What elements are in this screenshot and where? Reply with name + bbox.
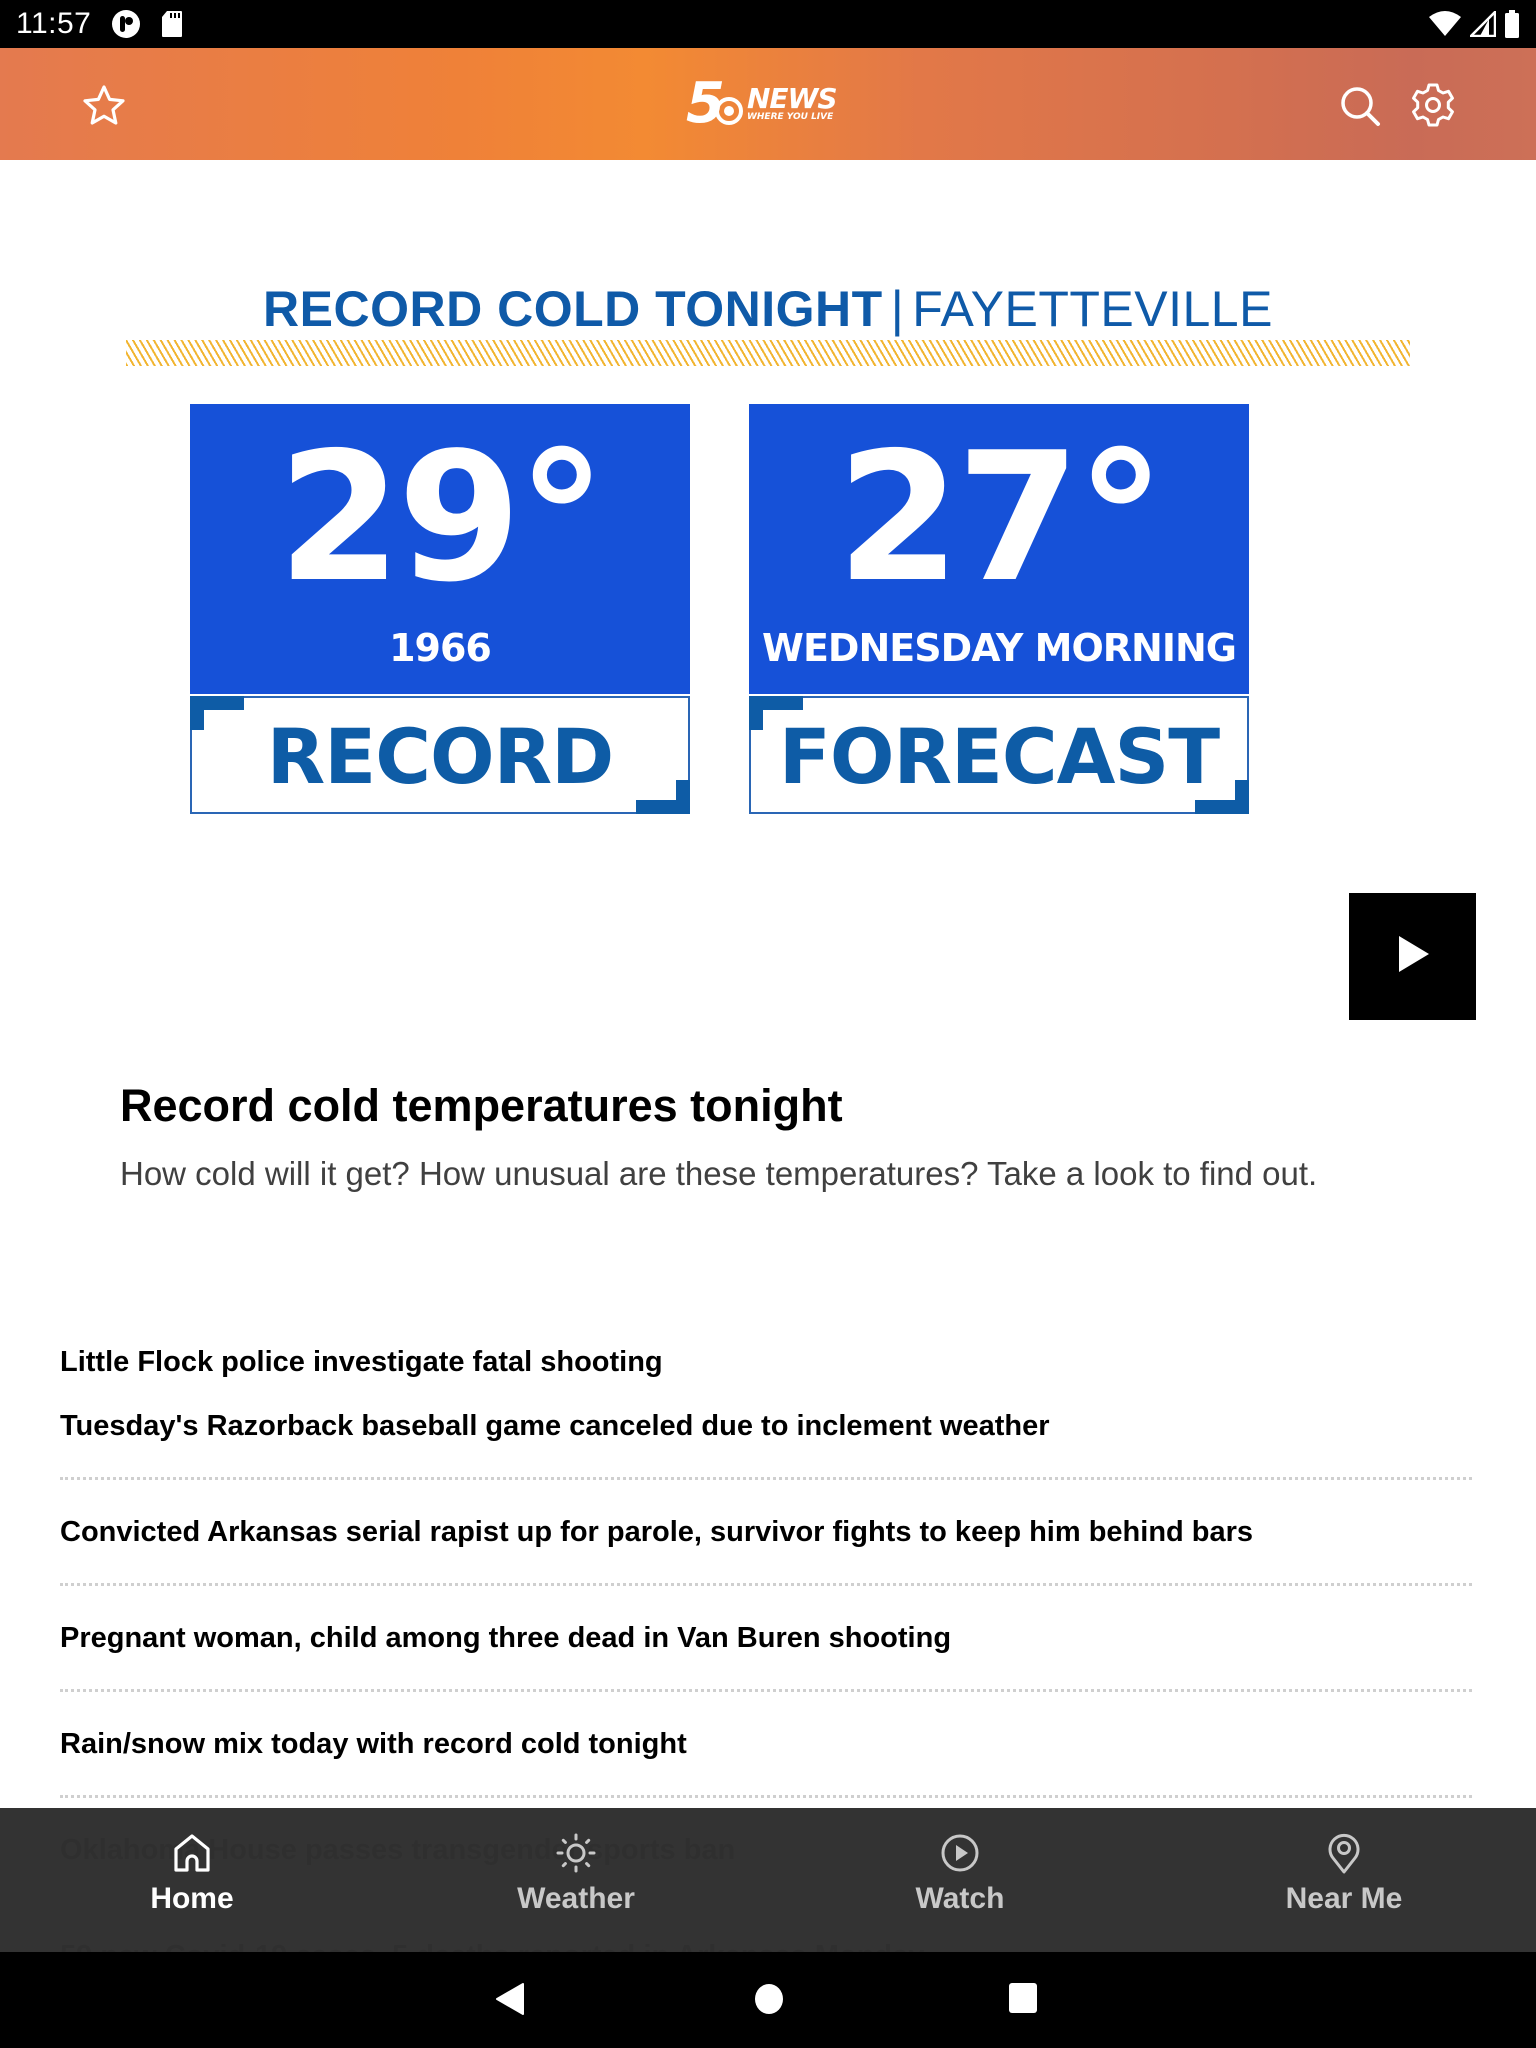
hero-title-main: RECORD COLD TONIGHT bbox=[263, 281, 883, 337]
play-icon bbox=[1395, 934, 1431, 979]
home-circle-icon[interactable] bbox=[753, 1982, 785, 2021]
wifi-icon bbox=[1428, 11, 1462, 37]
hero-title-separator: | bbox=[890, 281, 905, 337]
headline-item[interactable]: Little Flock police investigate fatal sh… bbox=[60, 1328, 1472, 1392]
nav-near-me[interactable]: Near Me bbox=[1252, 1808, 1436, 1952]
hero-title-city: FAYETTEVILLE bbox=[912, 281, 1273, 337]
record-card-panel: 29° 1966 bbox=[190, 404, 690, 694]
status-time: 11:57 bbox=[16, 7, 92, 40]
divider bbox=[60, 1795, 1472, 1798]
record-year: 1966 bbox=[389, 626, 492, 670]
divider bbox=[60, 1583, 1472, 1586]
bracket-corner bbox=[636, 780, 690, 814]
headline-item[interactable]: Convicted Arkansas serial rapist up for … bbox=[60, 1498, 1472, 1565]
star-icon[interactable] bbox=[82, 84, 126, 128]
record-label: RECORD bbox=[266, 712, 614, 801]
story-description: How cold will it get? How unusual are th… bbox=[120, 1155, 1318, 1192]
brand-logo[interactable]: 5 NEWS WHERE YOU LIVE bbox=[686, 76, 852, 132]
hero-title: RECORD COLD TONIGHT | FAYETTEVILLE bbox=[0, 280, 1536, 338]
nav-near-me-label: Near Me bbox=[1285, 1882, 1403, 1915]
headline-item[interactable]: Tuesday's Razorback baseball game cancel… bbox=[60, 1392, 1472, 1459]
play-circle-icon bbox=[939, 1832, 981, 1874]
logo-tagline: WHERE YOU LIVE bbox=[746, 112, 834, 122]
bracket-corner bbox=[1195, 780, 1249, 814]
forecast-card: 27° WEDNESDAY MORNING FORECAST bbox=[749, 404, 1249, 814]
hero-video-thumbnail[interactable]: RECORD COLD TONIGHT | FAYETTEVILLE 29° 196… bbox=[0, 160, 1536, 1040]
forecast-label-box: FORECAST bbox=[749, 696, 1249, 814]
app-header: 5 NEWS WHERE YOU LIVE bbox=[0, 48, 1536, 160]
gear-icon[interactable] bbox=[1410, 82, 1456, 128]
hatch-divider bbox=[126, 340, 1410, 366]
nav-weather-label: Weather bbox=[517, 1882, 635, 1915]
forecast-temperature: 27° bbox=[836, 414, 1166, 621]
nav-home[interactable]: Home bbox=[100, 1808, 284, 1952]
nav-watch-label: Watch bbox=[915, 1882, 1005, 1915]
forecast-card-panel: 27° WEDNESDAY MORNING bbox=[749, 404, 1249, 694]
forecast-label: FORECAST bbox=[778, 712, 1220, 801]
nav-home-label: Home bbox=[150, 1882, 234, 1915]
back-icon[interactable] bbox=[495, 1982, 525, 2021]
record-temperature: 29° bbox=[277, 414, 607, 621]
search-icon[interactable] bbox=[1338, 84, 1382, 128]
logo-text: NEWS WHERE YOU LIVE bbox=[746, 82, 838, 123]
app-notification-icon bbox=[111, 9, 141, 39]
forecast-time: WEDNESDAY MORNING bbox=[762, 626, 1237, 670]
record-card: 29° 1966 RECORD bbox=[190, 404, 690, 814]
location-pin-icon bbox=[1323, 1832, 1365, 1874]
cell-signal-icon bbox=[1470, 11, 1496, 37]
headline-item[interactable]: Rain/snow mix today with record cold ton… bbox=[60, 1710, 1472, 1777]
home-icon bbox=[171, 1832, 213, 1874]
nav-watch[interactable]: Watch bbox=[868, 1808, 1052, 1952]
record-label-box: RECORD bbox=[190, 696, 690, 814]
divider bbox=[60, 1689, 1472, 1692]
headline-item[interactable]: Pregnant woman, child among three dead i… bbox=[60, 1604, 1472, 1671]
nav-weather[interactable]: Weather bbox=[484, 1808, 668, 1952]
divider bbox=[60, 1477, 1472, 1480]
system-navigation-bar bbox=[0, 1952, 1536, 2048]
play-button[interactable] bbox=[1349, 893, 1476, 1020]
battery-icon bbox=[1504, 10, 1520, 38]
bottom-navigation: Home Weather Watch Near Me bbox=[0, 1808, 1536, 1952]
sd-card-icon bbox=[161, 10, 183, 38]
cbs-eye-icon bbox=[714, 97, 743, 125]
status-bar: 11:57 bbox=[0, 0, 1536, 48]
logo-name: NEWS bbox=[746, 82, 838, 115]
screen: 11:57 5 NEWS WHERE YOU LIVE RECORD COLD … bbox=[0, 0, 1536, 2048]
recents-icon[interactable] bbox=[1008, 1982, 1038, 2019]
story-title[interactable]: Record cold temperatures tonight bbox=[120, 1080, 843, 1132]
sun-icon bbox=[555, 1832, 597, 1874]
